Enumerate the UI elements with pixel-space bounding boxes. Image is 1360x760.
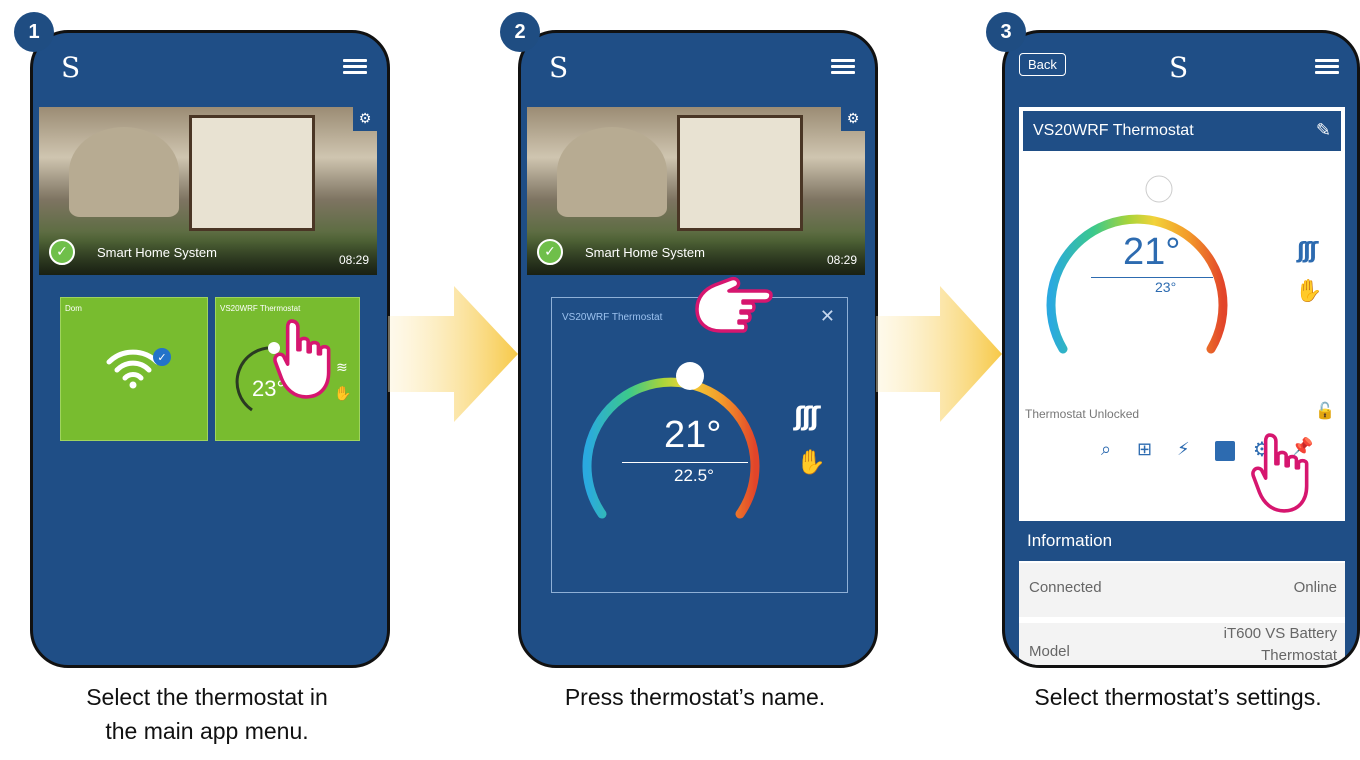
caption-step-3: Select thermostat’s settings.	[1002, 680, 1354, 714]
house-image	[677, 115, 803, 231]
salus-logo: S	[549, 51, 569, 84]
information-header: Information	[1019, 521, 1345, 561]
current-temperature: 21°	[664, 414, 722, 456]
caption-step-1: Select the thermostat in the main app me…	[30, 680, 384, 748]
caption-step-3-line1: Select thermostat’s settings.	[1034, 684, 1322, 710]
caption-step-1-line2: the main app menu.	[105, 718, 309, 744]
banner-settings-icon[interactable]: ⚙	[353, 107, 377, 131]
temperature-divider	[622, 462, 748, 463]
arrow-right-1	[388, 286, 518, 422]
close-icon[interactable]: ✕	[820, 306, 835, 327]
device-panel: VS20WRF Thermostat ✎ 21° 23° ʃʃʃ ✋ Therm…	[1019, 107, 1345, 665]
tile-heat-icon: ≋	[336, 360, 348, 376]
info-key: Connected	[1029, 579, 1102, 596]
temperature-divider	[1091, 277, 1213, 278]
plug-icon[interactable]: ⚡	[1177, 439, 1190, 460]
thermostat-card[interactable]: VS20WRF Thermostat ✕ 21° 22.5° ʃʃʃ ✋	[551, 297, 848, 593]
phone-screen-1: S ✓ Smart Home System 08:29 ⚙ Dom ✓ VS20…	[30, 30, 390, 668]
set-temperature: 23°	[1155, 279, 1177, 295]
caption-step-2-line1: Press thermostat’s name.	[564, 684, 826, 710]
arrow-right-2	[876, 286, 1002, 422]
banner-time: 08:29	[338, 253, 369, 267]
home-banner[interactable]: ✓ Smart Home System 08:29	[527, 107, 865, 275]
info-value-line2: Thermostat	[1261, 647, 1337, 664]
set-temperature: 22.5°	[674, 466, 714, 485]
information-title: Information	[1027, 531, 1113, 550]
pointer-hand-icon	[695, 276, 773, 333]
back-button[interactable]: Back	[1019, 53, 1066, 76]
manual-mode-icon: ✋	[1295, 279, 1323, 304]
fountain-image	[557, 127, 667, 217]
status-check-icon: ✓	[537, 239, 563, 265]
lock-status: Thermostat Unlocked	[1025, 407, 1140, 421]
tile-hand-icon: ✋	[334, 386, 352, 402]
pointer-hand-icon	[273, 319, 331, 399]
phone-screen-2: S ✓ Smart Home System 08:29 ⚙ VS20WRF Th…	[518, 30, 878, 668]
menu-icon[interactable]	[343, 59, 367, 74]
step-1-badge: 1	[14, 12, 54, 52]
heating-icon: ʃʃʃ	[794, 402, 820, 432]
info-value-line1: iT600 VS Battery	[1223, 625, 1337, 642]
caption-step-1-line1: Select the thermostat in	[86, 684, 328, 710]
home-banner[interactable]: ✓ Smart Home System 08:29	[39, 107, 377, 275]
info-value: Online	[1293, 579, 1337, 596]
menu-icon[interactable]	[1315, 59, 1339, 74]
menu-icon[interactable]	[831, 59, 855, 74]
salus-logo: S	[61, 51, 81, 84]
lock-icon[interactable]: 🔓	[1315, 401, 1335, 420]
house-image	[189, 115, 315, 231]
banner-time: 08:29	[826, 253, 857, 267]
info-row-connected: Connected Online	[1019, 563, 1345, 617]
tile-dom-check-icon: ✓	[153, 348, 171, 366]
tile-dom[interactable]: Dom ✓	[60, 297, 208, 441]
phone-screen-3: Back S VS20WRF Thermostat ✎ 21° 23° ʃʃʃ …	[1002, 30, 1360, 668]
current-temperature: 21°	[1123, 231, 1181, 273]
search-icon[interactable]: ⌕	[1101, 439, 1111, 460]
edit-pencil-icon[interactable]: ✎	[1316, 120, 1331, 141]
info-key: Model	[1029, 643, 1070, 660]
info-row-model: Model iT600 VS Battery Thermostat	[1019, 623, 1345, 665]
banner-title: Smart Home System	[97, 245, 217, 260]
caption-step-2: Press thermostat’s name.	[518, 680, 872, 714]
tile-thermostat-label: VS20WRF Thermostat	[220, 304, 301, 313]
tile-dom-label: Dom	[65, 304, 82, 313]
window-icon[interactable]: ⊞	[1137, 439, 1152, 460]
manual-mode-icon: ✋	[796, 448, 826, 476]
pointer-hand-icon	[1251, 433, 1309, 513]
thermostat-name-link[interactable]: VS20WRF Thermostat	[562, 312, 662, 323]
banner-settings-icon[interactable]: ⚙	[841, 107, 865, 131]
salus-logo: S	[1169, 51, 1189, 84]
heating-icon: ʃʃʃ	[1297, 239, 1318, 264]
banner-title: Smart Home System	[585, 245, 705, 260]
device-title: VS20WRF Thermostat	[1033, 122, 1194, 139]
step-3-badge: 3	[986, 12, 1026, 52]
floor-icon[interactable]	[1215, 441, 1235, 461]
step-2-badge: 2	[500, 12, 540, 52]
status-check-icon: ✓	[49, 239, 75, 265]
fountain-image	[69, 127, 179, 217]
device-header: VS20WRF Thermostat ✎	[1023, 111, 1341, 151]
